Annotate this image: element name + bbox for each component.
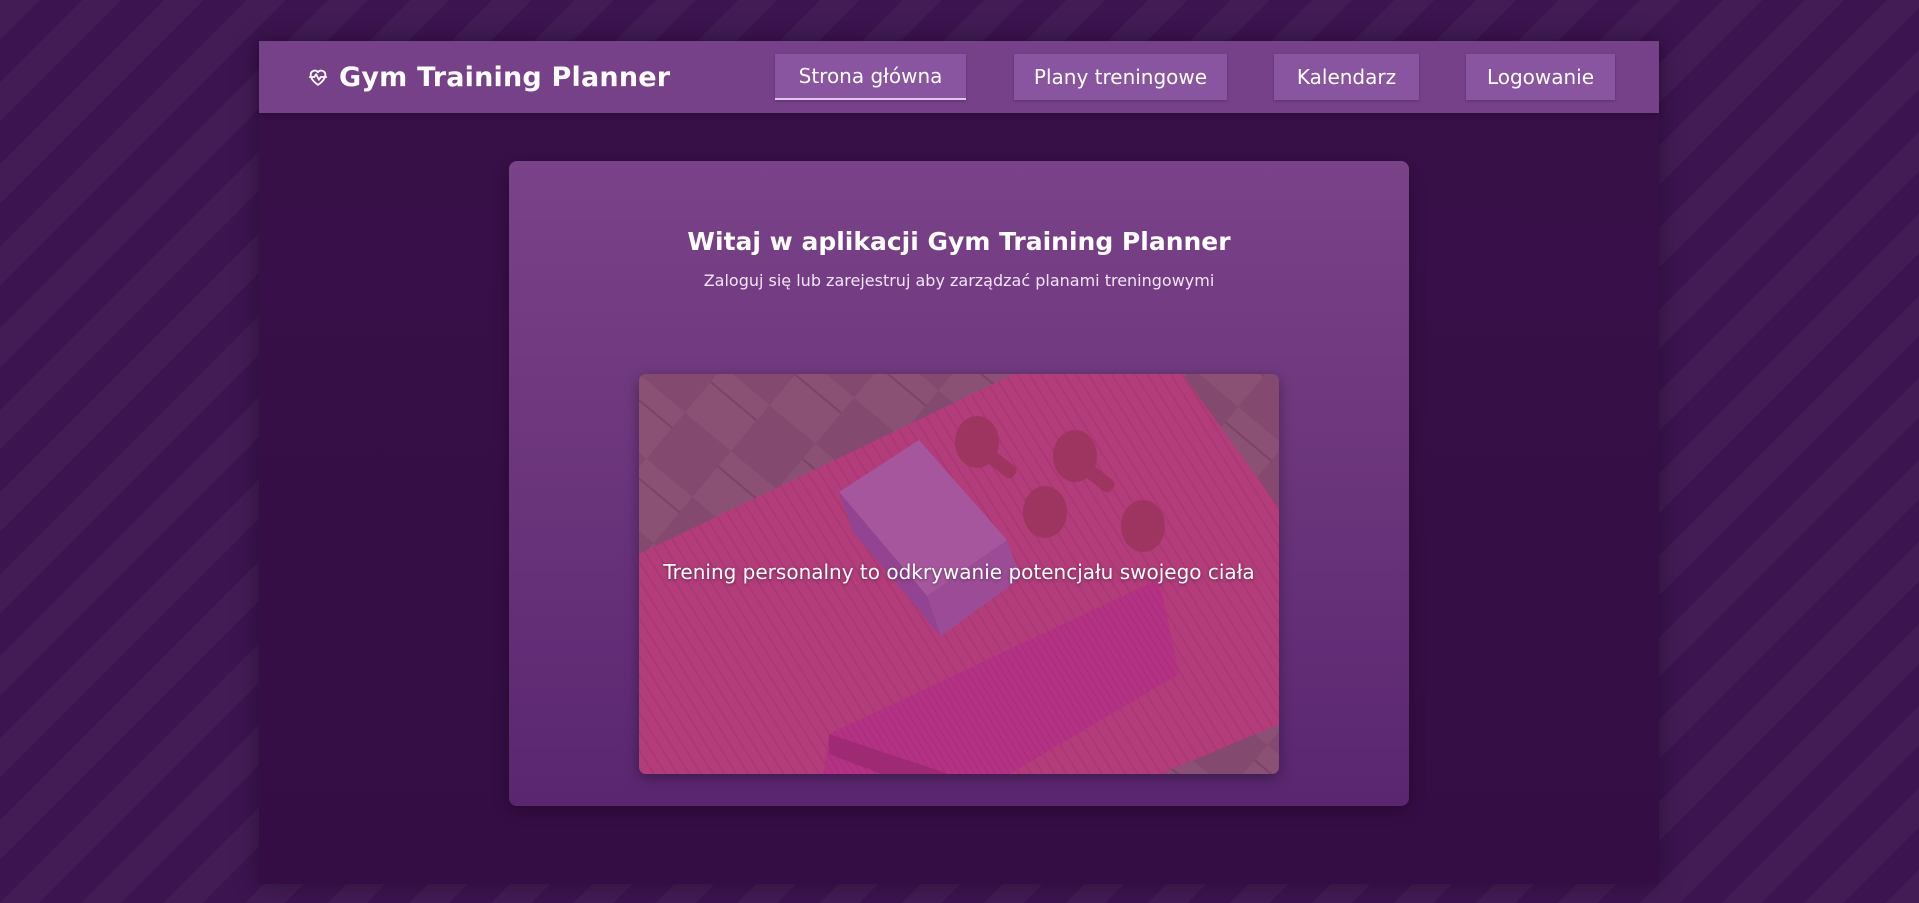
welcome-title: Witaj w aplikacji Gym Training Planner <box>687 227 1231 256</box>
nav-training-plans-button[interactable]: Plany treningowe <box>1014 54 1227 100</box>
nav-home-button[interactable]: Strona główna <box>775 54 966 100</box>
app-frame: Gym Training Planner Strona główna Plany… <box>259 41 1659 884</box>
nav-calendar-button[interactable]: Kalendarz <box>1274 54 1419 100</box>
hero-caption: Trening personalny to odkrywanie potencj… <box>663 560 1255 584</box>
hero-image: Trening personalny to odkrywanie potencj… <box>639 374 1279 774</box>
heart-pulse-icon <box>307 66 329 88</box>
brand[interactable]: Gym Training Planner <box>307 41 670 113</box>
navbar: Gym Training Planner Strona główna Plany… <box>259 41 1659 113</box>
app-title: Gym Training Planner <box>339 61 671 93</box>
welcome-card: Witaj w aplikacji Gym Training Planner Z… <box>509 161 1409 806</box>
welcome-subtitle: Zaloguj się lub zarejestruj aby zarządza… <box>703 271 1215 290</box>
nav-login-button[interactable]: Logowanie <box>1466 54 1615 100</box>
